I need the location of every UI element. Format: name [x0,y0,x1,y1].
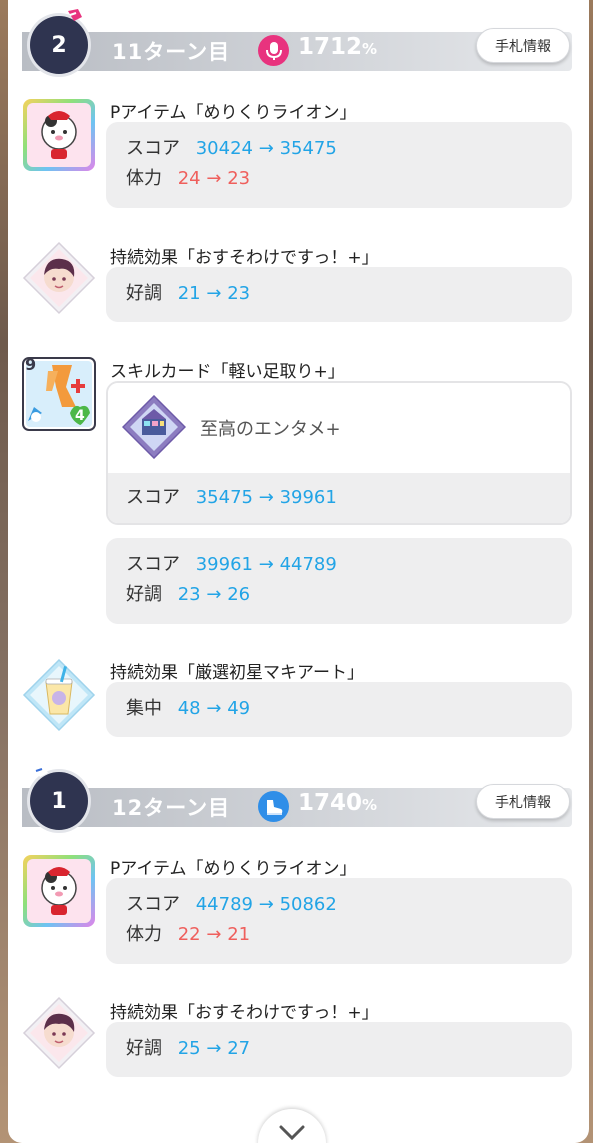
remaining-turns-badge: 1 [30,765,88,830]
chevron-down-icon [279,1125,305,1141]
entry-title: 持続効果「おすそわけですっ！+」 [110,248,379,268]
remaining-turns-badge: 2 [30,9,88,74]
triggered-card-name: 至高のエンタメ+ [200,419,341,440]
turn-percentage: 1740% [298,790,378,816]
turn-label: 12ターン目 [112,796,231,820]
remaining-turns-number: 2 [51,32,67,58]
entry-title: 持続効果「厳選初星マキアート」 [110,663,364,683]
triggered-card-box: 至高のエンタメ+ スコア 35475 → 39961 [106,381,572,525]
stat-line: 体力 22 → 21 [126,924,251,945]
lion-mascot-icon [22,854,96,928]
entry-title: 持続効果「おすそわけですっ！+」 [110,1003,379,1023]
skill-card-footsteps-icon: 9 4 [22,355,96,431]
idol-portrait-icon [22,996,96,1070]
stage-gem-icon [122,395,186,459]
stat-line: 集中 48 → 49 [126,698,251,719]
badge-notch-icon [68,9,82,21]
microphone-icon [258,35,289,66]
entry-title: Pアイテム「めりくりライオン」 [110,859,357,879]
stat-line: スコア 39961 → 44789 [126,554,337,575]
stat-box: スコア 44789 → 50862 体力 22 → 21 [106,878,572,964]
lion-mascot-icon [22,98,96,172]
stat-box: スコア 30424 → 35475 体力 24 → 23 [106,122,572,208]
stat-box: 好調 25 → 27 [106,1022,572,1077]
badge-notch-icon [34,765,48,777]
shoe-icon [258,791,289,822]
stat-line: スコア 30424 → 35475 [126,138,337,159]
stat-line: 好調 23 → 26 [126,584,251,605]
hand-info-button[interactable]: 手札情報 [476,28,570,63]
idol-portrait-icon [22,241,96,315]
turn-label: 11ターン目 [112,40,231,64]
stat-line: スコア 35475 → 39961 [126,487,337,508]
entry-title: Pアイテム「めりくりライオン」 [110,103,357,123]
stat-box: スコア 39961 → 44789 好調 23 → 26 [106,538,572,624]
turn-percentage: 1712% [298,34,378,60]
card-cost: 4 [75,408,85,424]
stat-line: 好調 25 → 27 [126,1038,251,1059]
triggered-card-stats: スコア 35475 → 39961 [108,473,570,523]
turn-log-panel: 2 11ターン目 1712% 手札情報 Pアイテム「めりくりライオン」 スコア … [8,0,589,1143]
card-level: 9 [25,355,37,374]
entry-title: スキルカード「軽い足取り+」 [110,362,345,382]
stat-line: スコア 44789 → 50862 [126,894,337,915]
triggered-card-row: 至高のエンタメ+ [108,383,570,473]
macchiato-drink-icon [22,658,96,732]
turn-header: 2 11ターン目 1712% 手札情報 [22,9,572,78]
stat-box: 好調 21 → 23 [106,267,572,322]
stat-line: 体力 24 → 23 [126,168,251,189]
hand-info-button[interactable]: 手札情報 [476,784,570,819]
stat-line: 好調 21 → 23 [126,283,251,304]
stat-box: 集中 48 → 49 [106,682,572,737]
turn-header: 1 12ターン目 1740% 手札情報 [22,765,572,834]
remaining-turns-number: 1 [51,788,67,814]
